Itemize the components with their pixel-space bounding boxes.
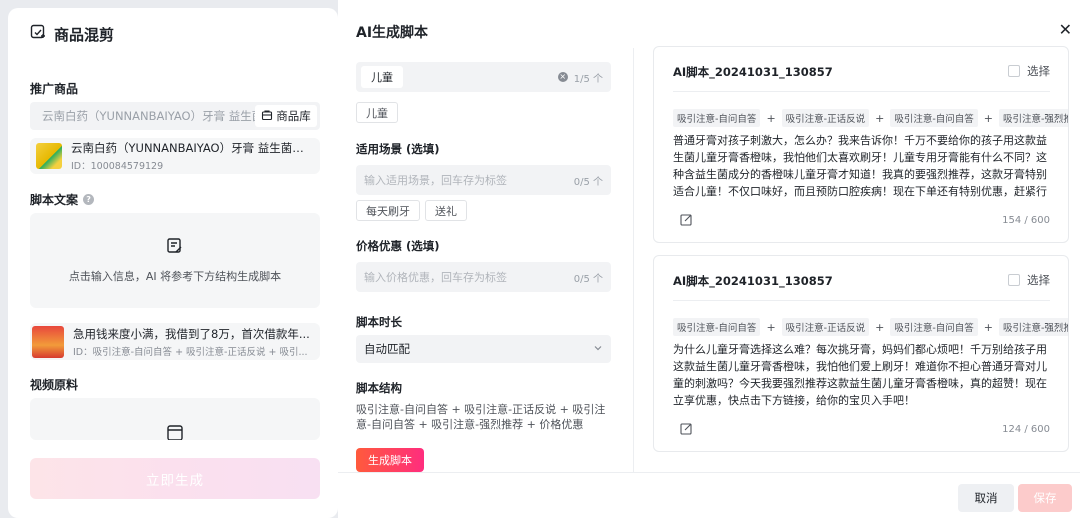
select-label: 选择 [1027, 64, 1050, 78]
video-add-icon [166, 424, 184, 440]
selected-product-card[interactable]: 云南白药（YUNNANBAIYAO）牙膏 益生菌儿... ID：10008457… [30, 138, 320, 174]
panel-header: 商品混剪 [30, 24, 114, 44]
script-thumbnail [32, 325, 64, 358]
edit-icon[interactable] [680, 213, 693, 229]
result-tags: 吸引注意-自问自答 + 吸引注意-正话反说 + 吸引注意-自问自答 + 吸引注意-强烈… [673, 318, 1068, 336]
price-count: 0/5 个 [573, 273, 603, 285]
scene-input[interactable]: 输入适用场景，回车存为标签 0/5 个 [356, 165, 611, 195]
product-library-button[interactable]: 商品库 [255, 105, 317, 127]
divider [633, 48, 634, 472]
mix-edit-panel: 商品混剪 推广商品 云南白药（YUNNANBAIYAO）牙膏 益生菌儿童牙膏 商… [8, 8, 338, 518]
scene-label: 适用场景 (选填) [356, 142, 440, 156]
scene-tags: 每天刷牙 送礼 [356, 200, 467, 221]
product-library-label: 商品库 [276, 109, 311, 123]
audience-input[interactable]: 儿童 × 1/5 个 [356, 62, 611, 92]
product-search-field[interactable]: 云南白药（YUNNANBAIYAO）牙膏 益生菌儿童牙膏 商品库 [30, 102, 320, 130]
edit-icon[interactable] [680, 422, 693, 438]
structure-label: 脚本结构 [356, 381, 402, 395]
result-tag: 吸引注意-强烈推荐 [998, 318, 1068, 336]
product-search-value[interactable]: 云南白药（YUNNANBAIYAO）牙膏 益生菌儿童牙膏 [30, 108, 255, 124]
result-tag: 吸引注意-正话反说 [781, 318, 870, 336]
scene-placeholder: 输入适用场景，回车存为标签 [364, 174, 507, 187]
script-result-card: AI脚本_20241031_130857 选择 吸引注意-自问自答 + 吸引注意-… [653, 46, 1069, 243]
ai-script-dialog: AI生成脚本 ✕ 儿童 × 1/5 个 儿童 适用场景 (选填) 输入适用场景，… [338, 0, 1080, 518]
price-placeholder: 输入价格优惠，回车存为标签 [364, 271, 507, 284]
price-label: 价格优惠 (选填) [356, 239, 440, 253]
help-icon[interactable]: ? [83, 194, 95, 205]
product-id: ID：100084579129 [71, 161, 164, 172]
clear-icon[interactable]: × [557, 72, 568, 82]
duration-select[interactable]: 自动匹配 [356, 335, 611, 363]
duration-value: 自动匹配 [364, 342, 410, 356]
script-input-box[interactable]: 点击输入信息，AI 将参考下方结构生成脚本 [30, 213, 320, 308]
generate-script-button[interactable]: 生成脚本 [356, 448, 424, 472]
audience-chip[interactable]: 儿童 [361, 66, 403, 88]
close-icon[interactable]: ✕ [1059, 20, 1072, 39]
product-name: 云南白药（YUNNANBAIYAO）牙膏 益生菌儿... [71, 141, 311, 155]
cancel-button[interactable]: 取消 [958, 484, 1014, 512]
edit-doc-icon [166, 237, 184, 258]
footer-divider [338, 472, 1080, 473]
select-checkbox[interactable] [1008, 274, 1020, 286]
result-divider [673, 300, 1050, 301]
script-copy-label: 脚本文案 [30, 193, 79, 207]
audience-count: 1/5 个 [573, 73, 603, 85]
duration-label: 脚本时长 [356, 315, 402, 329]
select-label: 选择 [1027, 273, 1050, 287]
result-tag: 吸引注意-自问自答 [890, 109, 978, 127]
video-upload-box[interactable] [30, 398, 320, 440]
char-count: 154 / 600 [1002, 215, 1050, 226]
generate-now-button[interactable]: 立即生成 [30, 458, 320, 499]
result-tag: 吸引注意-自问自答 [673, 109, 761, 127]
dialog-title: AI生成脚本 [356, 25, 429, 41]
char-count: 124 / 600 [1002, 424, 1050, 435]
panel-title: 商品混剪 [54, 25, 115, 44]
result-text[interactable]: 普通牙膏对孩子刺激大，怎么办？我来告诉你！千万不要给你的孩子用这款益生菌儿童牙膏… [673, 132, 1053, 202]
scene-tag[interactable]: 每天刷牙 [356, 200, 420, 221]
result-tag: 吸引注意-强烈推荐 [998, 109, 1068, 127]
result-select[interactable]: 选择 [1008, 272, 1050, 288]
price-input[interactable]: 输入价格优惠，回车存为标签 0/5 个 [356, 262, 611, 292]
script-template-structure: ID：吸引注意-自问自答 + 吸引注意-正话反说 + 吸引... [73, 346, 308, 358]
script-template-card[interactable]: 急用钱来度小满，我借到了8万，首次借款年... ID：吸引注意-自问自答 + 吸… [30, 323, 320, 360]
product-thumbnail [36, 143, 62, 169]
chevron-down-icon [593, 342, 603, 356]
structure-text: 吸引注意-自问自答 + 吸引注意-正话反说 + 吸引注意-自问自答 + 吸引注意… [356, 403, 606, 431]
audience-tag[interactable]: 儿童 [356, 102, 398, 123]
script-result-card: AI脚本_20241031_130857 选择 吸引注意-自问自答 + 吸引注意-… [653, 255, 1069, 452]
script-template-title: 急用钱来度小满，我借到了8万，首次借款年... [73, 326, 310, 341]
select-checkbox[interactable] [1008, 65, 1020, 77]
save-button[interactable]: 保存 [1018, 484, 1072, 512]
script-input-hint: 点击输入信息，AI 将参考下方结构生成脚本 [68, 270, 282, 283]
result-text[interactable]: 为什么儿童牙膏选择这么难？每次挑牙膏，妈妈们都心烦吧！千万别给孩子用这款益生菌儿… [673, 341, 1053, 411]
result-select[interactable]: 选择 [1008, 63, 1050, 79]
promo-product-label: 推广商品 [30, 82, 79, 96]
result-tag: 吸引注意-自问自答 [673, 318, 761, 336]
audience-tags: 儿童 [356, 102, 398, 123]
scene-tag[interactable]: 送礼 [425, 200, 467, 221]
result-tag: 吸引注意-正话反说 [781, 109, 870, 127]
result-title: AI脚本_20241031_130857 [673, 65, 833, 79]
scene-count: 0/5 个 [573, 176, 603, 188]
script-copy-label-row: 脚本文案 ? [30, 191, 95, 208]
result-tags: 吸引注意-自问自答 + 吸引注意-正话反说 + 吸引注意-自问自答 + 吸引注意-强烈… [673, 109, 1068, 127]
result-divider [673, 91, 1050, 92]
video-material-label: 视频原料 [30, 378, 79, 392]
result-tag: 吸引注意-自问自答 [890, 318, 978, 336]
store-icon [261, 109, 273, 124]
result-title: AI脚本_20241031_130857 [673, 274, 833, 288]
mix-cut-icon [30, 24, 46, 44]
